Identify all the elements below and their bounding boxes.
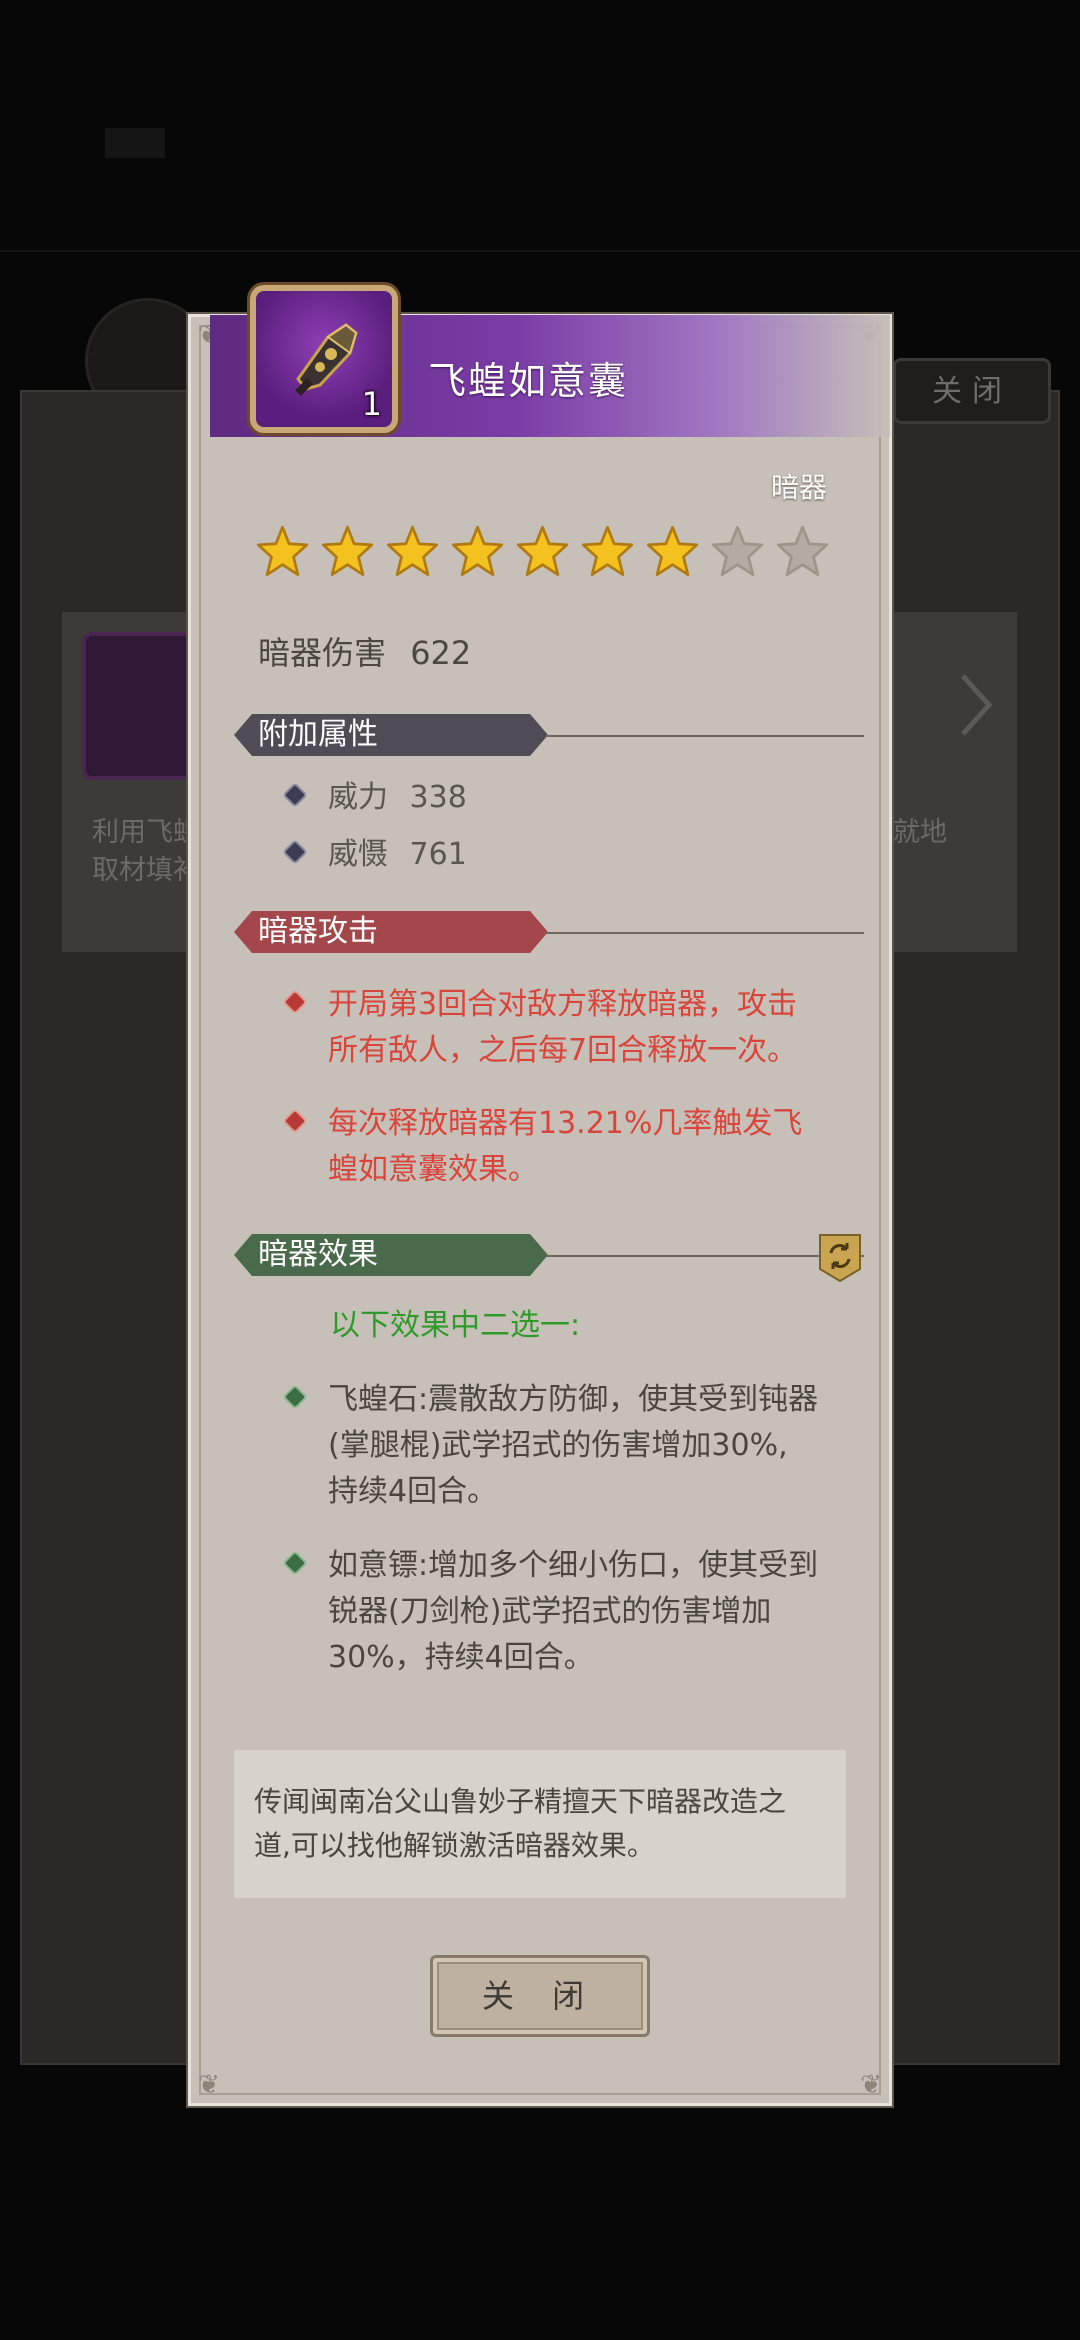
attributes-section-header: 附加属性 xyxy=(234,714,864,758)
attack-tag: 暗器攻击 xyxy=(234,911,548,953)
diamond-bullet-icon xyxy=(285,842,305,862)
damage-stat: 暗器伤害 622 xyxy=(258,628,471,674)
attribute-label: 威力 xyxy=(328,780,388,815)
lore-info-box: 传闻闽南冶父山鲁妙子精擅天下暗器改造之 道,可以找他解锁激活暗器效果。 xyxy=(234,1750,846,1898)
attribute-row: 威力 338 xyxy=(285,775,467,821)
effect-text-line: (掌腿棍)武学招式的伤害增加30%, xyxy=(328,1428,788,1463)
corner-ornament: ❦ xyxy=(198,2070,220,2100)
lore-text-line: 道,可以找他解锁激活暗器效果。 xyxy=(254,1829,655,1862)
effect-text-line: 30%，持续4回合。 xyxy=(328,1640,594,1675)
diamond-bullet-icon xyxy=(285,1553,305,1573)
attribute-row: 威慑 761 xyxy=(285,832,467,878)
lore-text-line: 传闻闽南冶父山鲁妙子精擅天下暗器改造之 xyxy=(254,1785,787,1818)
effect-text-line: 持续4回合。 xyxy=(328,1474,498,1509)
section-divider xyxy=(546,1255,864,1257)
item-name: 飞蝗如意囊 xyxy=(428,359,629,403)
bg-item-thumbnail xyxy=(82,632,202,780)
chevron-right-icon[interactable] xyxy=(955,670,995,740)
effect-text-line: 飞蝗石:震散敌方防御，使其受到钝器 xyxy=(328,1382,819,1417)
star-filled-icon xyxy=(646,525,699,576)
bg-close-button[interactable]: 关闭 xyxy=(893,358,1051,424)
attack-description: 每次释放暗器有13.21%几率触发飞 蝗如意囊效果。 xyxy=(285,1101,803,1193)
bg-card-text-right: 就地 xyxy=(893,817,947,848)
star-filled-icon xyxy=(516,525,569,576)
attack-text-line: 蝗如意囊效果。 xyxy=(328,1152,538,1187)
attribute-value: 761 xyxy=(409,837,467,872)
diamond-bullet-icon xyxy=(285,1387,305,1407)
corner-ornament: ❦ xyxy=(860,2070,882,2100)
effect-option: 如意镖:增加多个细小伤口，使其受到 锐器(刀剑枪)武学招式的伤害增加 30%，持… xyxy=(285,1543,819,1681)
bg-card-text-left: 利用飞蝗 取材填补 xyxy=(92,817,200,886)
effect-text-line: 如意镖:增加多个细小伤口，使其受到 xyxy=(328,1548,819,1583)
damage-label: 暗器伤害 xyxy=(258,634,387,672)
attack-section-header: 暗器攻击 xyxy=(234,911,864,955)
close-button[interactable]: 关 闭 xyxy=(430,1955,650,2037)
bg-header-text xyxy=(105,128,165,158)
effect-option: 飞蝗石:震散敌方防御，使其受到钝器 (掌腿棍)武学招式的伤害增加30%, 持续4… xyxy=(285,1377,819,1515)
diamond-bullet-icon xyxy=(285,785,305,805)
bg-divider xyxy=(0,250,1080,252)
item-icon-frame: 1 xyxy=(250,285,398,433)
diamond-bullet-icon xyxy=(285,992,305,1012)
attack-text-line: 每次释放暗器有13.21%几率触发飞 xyxy=(328,1106,803,1141)
section-divider xyxy=(546,932,864,934)
star-filled-icon xyxy=(451,525,504,576)
star-filled-icon xyxy=(386,525,439,576)
effect-text-line: 锐器(刀剑枪)武学招式的伤害增加 xyxy=(328,1594,772,1629)
hidden-weapon-icon xyxy=(295,323,358,396)
star-filled-icon xyxy=(256,525,309,576)
effect-section-header: 暗器效果 xyxy=(234,1234,864,1278)
attribute-value: 338 xyxy=(409,780,467,815)
star-filled-icon xyxy=(321,525,374,576)
item-type: 暗器 xyxy=(770,471,827,504)
attribute-label: 威慑 xyxy=(328,837,388,872)
swap-effect-icon[interactable] xyxy=(818,1233,862,1283)
section-divider xyxy=(546,735,864,737)
item-count: 1 xyxy=(361,385,382,423)
effect-tag: 暗器效果 xyxy=(234,1234,548,1276)
attack-text-line: 开局第3回合对敌方释放暗器，攻击 xyxy=(328,987,798,1022)
damage-value: 622 xyxy=(410,634,472,672)
star-empty-icon xyxy=(711,525,764,576)
star-filled-icon xyxy=(581,525,634,576)
star-rating xyxy=(255,524,830,579)
star-empty-icon xyxy=(776,525,829,576)
attack-text-line: 所有敌人，之后每7回合释放一次。 xyxy=(328,1033,798,1068)
choose-one-text: 以下效果中二选一: xyxy=(330,1308,581,1343)
attack-description: 开局第3回合对敌方释放暗器，攻击 所有敌人，之后每7回合释放一次。 xyxy=(285,982,798,1074)
attributes-tag: 附加属性 xyxy=(234,714,548,756)
diamond-bullet-icon xyxy=(285,1111,305,1131)
